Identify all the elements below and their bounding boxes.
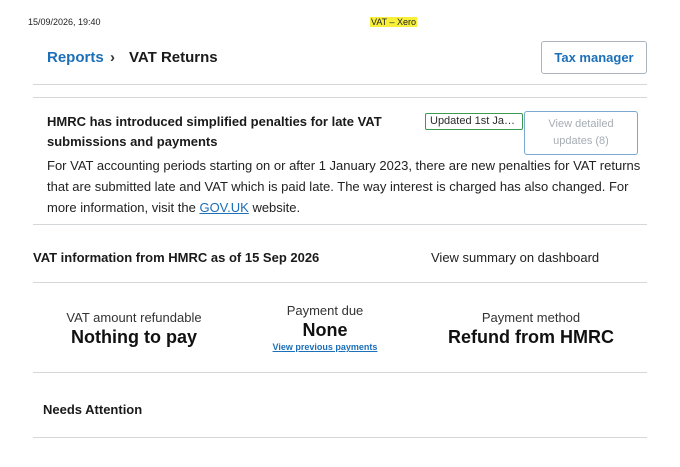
payment-due-label: Payment due — [286, 303, 364, 318]
window-title: VAT – Xero — [370, 17, 418, 27]
gov-uk-link[interactable]: GOV.UK — [199, 200, 248, 215]
view-detailed-updates-button[interactable]: View detailed updates (8) — [524, 111, 638, 155]
payment-method-stat: Payment method Refund from HMRC — [430, 310, 632, 348]
payment-due-value: None — [302, 320, 348, 340]
refundable-stat: VAT amount refundable Nothing to pay — [48, 310, 220, 348]
payment-method-value: Refund from HMRC — [448, 327, 614, 347]
notice-top-divider — [33, 97, 647, 98]
needs-attention-heading: Needs Attention — [43, 402, 143, 417]
stats-divider — [33, 372, 647, 373]
notice-body: For VAT accounting periods starting on o… — [47, 155, 647, 218]
timestamp: 15/09/2026, 19:40 — [28, 17, 101, 27]
header-divider — [33, 84, 647, 85]
view-detailed-updates-label: View detailed updates (8) — [548, 118, 614, 147]
payment-due-stat: Payment due None View previous payments — [240, 303, 410, 352]
info-divider — [33, 282, 647, 283]
refundable-value: Nothing to pay — [71, 327, 197, 347]
view-summary-link[interactable]: View summary on dashboard — [431, 250, 599, 265]
chevron-right-icon: › — [110, 49, 115, 66]
view-previous-payments-link[interactable]: View previous payments — [240, 342, 410, 352]
needs-attention-row[interactable] — [33, 437, 647, 467]
updated-badge: Updated 1st Ja… — [425, 113, 523, 130]
page-title: VAT Returns — [129, 49, 218, 66]
payment-method-label: Payment method — [481, 310, 581, 325]
tax-manager-button[interactable]: Tax manager — [541, 41, 647, 74]
notice-title: HMRC has introduced simplified penalties… — [47, 114, 382, 149]
breadcrumb-reports-link[interactable]: Reports — [47, 49, 104, 66]
notice-body-tail: website. — [248, 200, 301, 215]
vat-info-heading: VAT information from HMRC as of 15 Sep 2… — [33, 250, 320, 265]
notice-bottom-divider — [33, 224, 647, 225]
refundable-label: VAT amount refundable — [66, 310, 202, 325]
notice-body-text: For VAT accounting periods starting on o… — [47, 158, 641, 215]
